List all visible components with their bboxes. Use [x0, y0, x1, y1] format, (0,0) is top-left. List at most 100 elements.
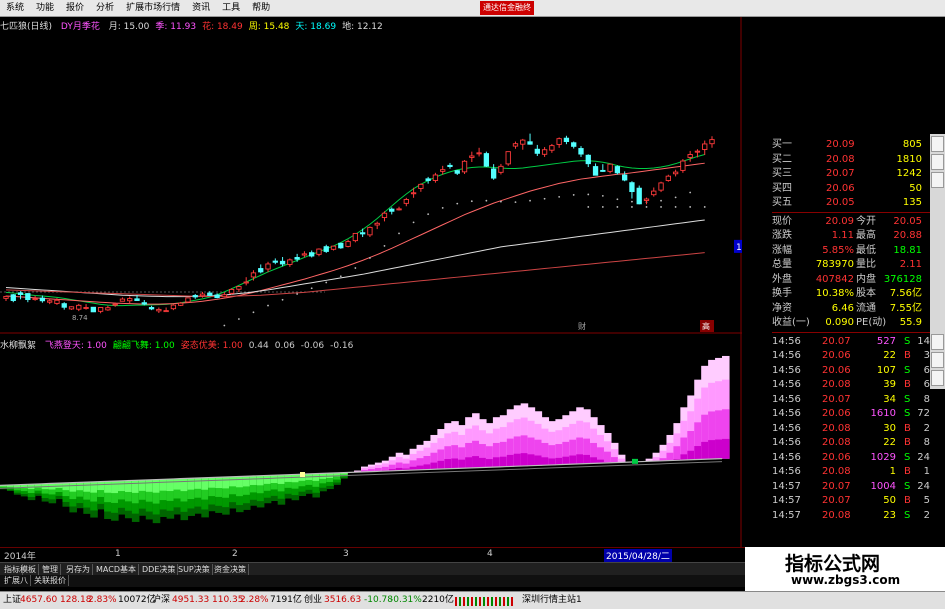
watermark: 指标公式网 www.zbgs3.com [745, 547, 945, 591]
stat-row: 净资 6.46 流通 7.55亿 [742, 302, 930, 316]
menu-item[interactable]: 系统 [0, 0, 30, 15]
brand-label: 通达信金融终 [480, 1, 534, 15]
indicator-bar [201, 477, 209, 490]
tick-price: 20.06 [822, 350, 851, 361]
bid-row[interactable]: 买一 20.09 805 [742, 138, 930, 152]
bottom-tab[interactable]: 扩展八 [2, 575, 31, 586]
stat-row: 收益(一) 0.090 PE(动) 55.9 [742, 316, 930, 330]
toolbar-button[interactable] [931, 172, 944, 188]
bid-volume: 1810 [896, 153, 922, 165]
chart-area[interactable]: 16.0015.0014.0013.0012.0011.0010.0011.54… [0, 17, 742, 547]
dot-marker [325, 281, 328, 284]
bottom-tab[interactable]: 关联报价 [32, 575, 69, 586]
indicator-bar [430, 462, 438, 470]
menu-item[interactable]: 报价 [60, 0, 90, 15]
candle-body [316, 248, 322, 255]
toolbar-button[interactable] [931, 352, 944, 368]
stat-row: 总量 783970 量比 2.11 [742, 258, 930, 272]
quote-divider [772, 211, 930, 213]
indicator-bar [69, 482, 77, 492]
indicator-tab[interactable]: 另存为 [64, 564, 93, 575]
stat-value: 5.85% [822, 244, 854, 256]
candle-body [199, 293, 206, 297]
candle-body [185, 297, 191, 303]
menu-item[interactable]: 工具 [216, 0, 246, 15]
indicator-tab[interactable]: DDE决策 [140, 564, 179, 575]
bid-row[interactable]: 买二 20.08 1810 [742, 153, 930, 167]
bid-row[interactable]: 买四 20.06 50 [742, 182, 930, 196]
toolbar-button[interactable] [931, 136, 944, 152]
candle-body [228, 289, 235, 294]
stat-row: 外盘 407842 内盘 376128 [742, 273, 930, 287]
tick-price: 20.07 [822, 393, 851, 405]
candle-body [76, 304, 82, 310]
menu-item[interactable]: 功能 [30, 0, 60, 15]
dot-marker [543, 197, 546, 200]
cy-index-change: -10.78 [364, 595, 394, 605]
sh-index-value: 4657.60 [20, 595, 58, 605]
cy-index-label[interactable]: 创业 [304, 592, 322, 609]
bid-label: 买四 [772, 182, 792, 194]
stat-value: 7.55亿 [889, 302, 922, 314]
indicator-bar [215, 477, 223, 489]
indicator-tab[interactable]: 资金决策 [212, 564, 249, 575]
candle-body [483, 153, 490, 167]
dot-marker [441, 207, 444, 209]
candle-body [440, 169, 446, 172]
dot-marker [339, 275, 342, 278]
tick-volume: 39 [883, 379, 896, 390]
hs-index-label[interactable]: 沪深 [152, 592, 170, 609]
stat-label: 流通 [856, 302, 876, 314]
tick-row: 14:56 20.08 22 B 8 [742, 436, 930, 450]
tick-price: 20.08 [822, 466, 851, 477]
candle-body [549, 145, 555, 151]
toolbar-button[interactable] [931, 370, 944, 386]
candle-body [672, 171, 679, 175]
indicator-tab[interactable]: 管理 [40, 564, 61, 575]
indicator-bar [312, 473, 320, 481]
indicator-bar [465, 457, 473, 469]
dot-marker [558, 195, 561, 198]
indicator-bar [520, 453, 529, 467]
tick-time: 14:56 [772, 350, 801, 361]
indicator-bar [249, 476, 258, 485]
indicator-tab-bar: 指标 模板 管理 另存为 MACD基本 DDE决策 SUP决策 资金决策 [0, 562, 745, 575]
dot-marker [514, 201, 517, 204]
indicator-tab[interactable]: MACD基本 [94, 564, 139, 575]
station-name[interactable]: 深圳行情主站1 [522, 592, 582, 609]
candle-body [97, 307, 104, 312]
tick-time: 14:56 [772, 422, 801, 434]
bid-price: 20.08 [826, 153, 855, 165]
candle-body [578, 148, 584, 155]
bid-row[interactable]: 买五 20.05 135 [742, 196, 930, 210]
menu-item[interactable]: 分析 [90, 0, 120, 15]
toolbar-button[interactable] [931, 154, 944, 170]
stat-label: 今开 [856, 215, 876, 227]
annotation-label: 高 [702, 321, 710, 331]
indicator-bar [513, 453, 522, 467]
tick-time: 14:56 [772, 393, 801, 405]
tick-time: 14:56 [772, 437, 801, 448]
tick-side: B [904, 350, 911, 361]
tick-price: 20.08 [822, 509, 851, 521]
indicator-bar [277, 475, 286, 484]
indicator-tab[interactable]: SUP决策 [176, 564, 213, 575]
bid-row[interactable]: 买三 20.07 1242 [742, 167, 930, 181]
tick-price: 20.06 [822, 364, 851, 376]
indicator-bar [242, 476, 251, 487]
stat-label: 内盘 [856, 273, 876, 285]
toolbar-button[interactable] [931, 334, 944, 350]
stat-value: 7.56亿 [889, 288, 922, 299]
sh-index-label[interactable]: 上证 [3, 592, 21, 609]
indicator-tab[interactable]: 模板 [18, 564, 39, 575]
candle-body [432, 174, 439, 181]
vertical-toolbar[interactable] [930, 134, 945, 389]
hs-index-change: 110.35 [212, 595, 244, 605]
candle-body [636, 187, 642, 205]
menu-item[interactable]: 帮助 [246, 0, 276, 15]
bid-label: 买五 [772, 197, 792, 208]
menu-item[interactable]: 扩展市场行情 [120, 0, 186, 15]
menu-item[interactable]: 资讯 [186, 0, 216, 15]
tick-volume: 34 [883, 393, 896, 405]
tick-row: 14:56 20.06 22 B 3 [742, 349, 930, 363]
